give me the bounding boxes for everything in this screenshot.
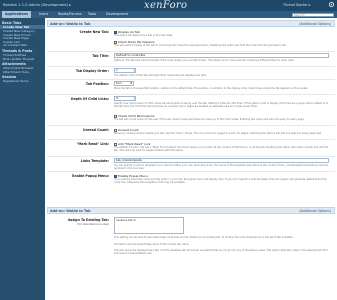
section-tag: (Additional Options)	[299, 209, 331, 214]
logo[interactable]: xenForo	[144, 0, 187, 11]
assign-tab-textarea[interactable]: navbar.a.tab.id	[114, 217, 184, 234]
tab-development[interactable]: Development	[103, 11, 131, 18]
check-child-permissions-desc: The tab will not be shown to the user if…	[114, 118, 305, 121]
section-title: Add-on: Waldo Ia Tab	[50, 209, 91, 214]
tab-position-select[interactable]: End ▼	[114, 81, 134, 86]
popup-menu-desc: If you use the secondary links and this …	[114, 178, 327, 184]
sidebar-item-all-created-tabs[interactable]: All Created Tabs	[3, 43, 27, 47]
create-new-tab-label: Create New Tab:	[79, 30, 109, 34]
tab-display-order-desc: The display order of this tab amongst ot…	[114, 74, 207, 77]
gear-icon[interactable]	[328, 1, 335, 8]
sidebar: Basic Tabs Create New Tab Create New Cat…	[0, 18, 45, 300]
spinner-arrows-icon[interactable]: ▴ ▾	[134, 69, 135, 72]
sidebar-item-attachment-tools[interactable]: Attachment Tools	[3, 70, 29, 74]
depth-child-links-value: 3	[116, 96, 118, 100]
tab-position-desc: Place the tab in the specified location,…	[114, 87, 309, 90]
app-title[interactable]: Realism 1.1.0 Admin (Development) ▸	[3, 3, 71, 7]
tab-applications[interactable]: Applications	[2, 11, 31, 18]
tab-nodes-forums[interactable]: Nodes/Forums	[55, 11, 85, 18]
popup-menu-label: Enable Popup Menu:	[72, 174, 109, 178]
assign-tab-desc: This setting can be used to associate si…	[114, 236, 294, 239]
create-new-tab-desc: This option will append as a tab in the …	[114, 34, 174, 37]
links-template-label: Links Template:	[80, 159, 109, 163]
search-input[interactable]: Search...	[292, 12, 334, 17]
chevron-down-icon: ▼	[130, 82, 133, 86]
tab-users[interactable]: Users	[36, 11, 51, 18]
depth-child-links-desc: Specify how many levels of child nodes w…	[114, 102, 329, 108]
top-bar: Realism 1.1.0 Admin (Development) ▸ xenF…	[0, 0, 337, 11]
tab-display-order-stepper[interactable]: 1 ▴ ▾	[114, 68, 136, 73]
mark-read-link-desc: The default "Forums" tab has a "Mark For…	[114, 146, 329, 152]
section-tag: (Additional Options)	[299, 22, 331, 27]
links-template-input[interactable]: tab_linkstemplate	[114, 158, 329, 163]
links-template-desc: You can specify a custom template if you…	[114, 164, 329, 170]
tab-title-desc: Optional. The tab title will be the titl…	[114, 59, 295, 62]
depth-child-links-label: Depth Of Child Links:	[70, 97, 109, 101]
assign-tab-note: It's best to use the parent Page name of…	[114, 243, 190, 246]
user-link[interactable]: Thread Starter ▸	[283, 3, 310, 7]
assign-tab-sublabel: (for standalone nodes)	[77, 222, 109, 226]
section-title: Add-on: Waldo Ia Tab	[50, 22, 91, 27]
check-node-permissions-desc: This will restrict display of this tab t…	[114, 44, 287, 47]
tab-title-label: Tab Title:	[92, 54, 109, 58]
assign-tab-note-2: This tab cannot be displayed as a tab, a…	[114, 249, 328, 255]
mark-read-link-label: "Mark Read" Link:	[76, 142, 109, 146]
section-header: Add-on: Waldo Ia Tab (Additional Options…	[47, 20, 335, 27]
sidebar-item-bulk-update-threads[interactable]: Bulk Update Threads	[3, 57, 34, 61]
tab-title-input[interactable]: Default to node title	[114, 53, 329, 58]
tab-position-value: End	[116, 81, 122, 85]
tab-display-order-value: 1	[116, 68, 118, 72]
unread-count-desc: Shows an unread counter beside your tab,…	[114, 132, 322, 135]
tab-position-label: Tab Position:	[85, 82, 109, 86]
depth-child-links-stepper[interactable]: 3 ▴ ▾	[114, 96, 136, 101]
sidebar-item-registered-items[interactable]: Registered Items	[3, 79, 28, 83]
tab-tools[interactable]: Tools	[85, 11, 99, 18]
tab-display-order-label: Tab Display Order:	[75, 69, 109, 73]
spinner-arrows-icon[interactable]: ▴ ▾	[134, 97, 135, 100]
section-header: Add-on: Waldo Ia Tab (Additional Options…	[47, 207, 335, 214]
unread-count-label: Unread Count:	[83, 128, 109, 132]
main-navbar: Applications Users Nodes/Forums Tools De…	[0, 11, 337, 18]
